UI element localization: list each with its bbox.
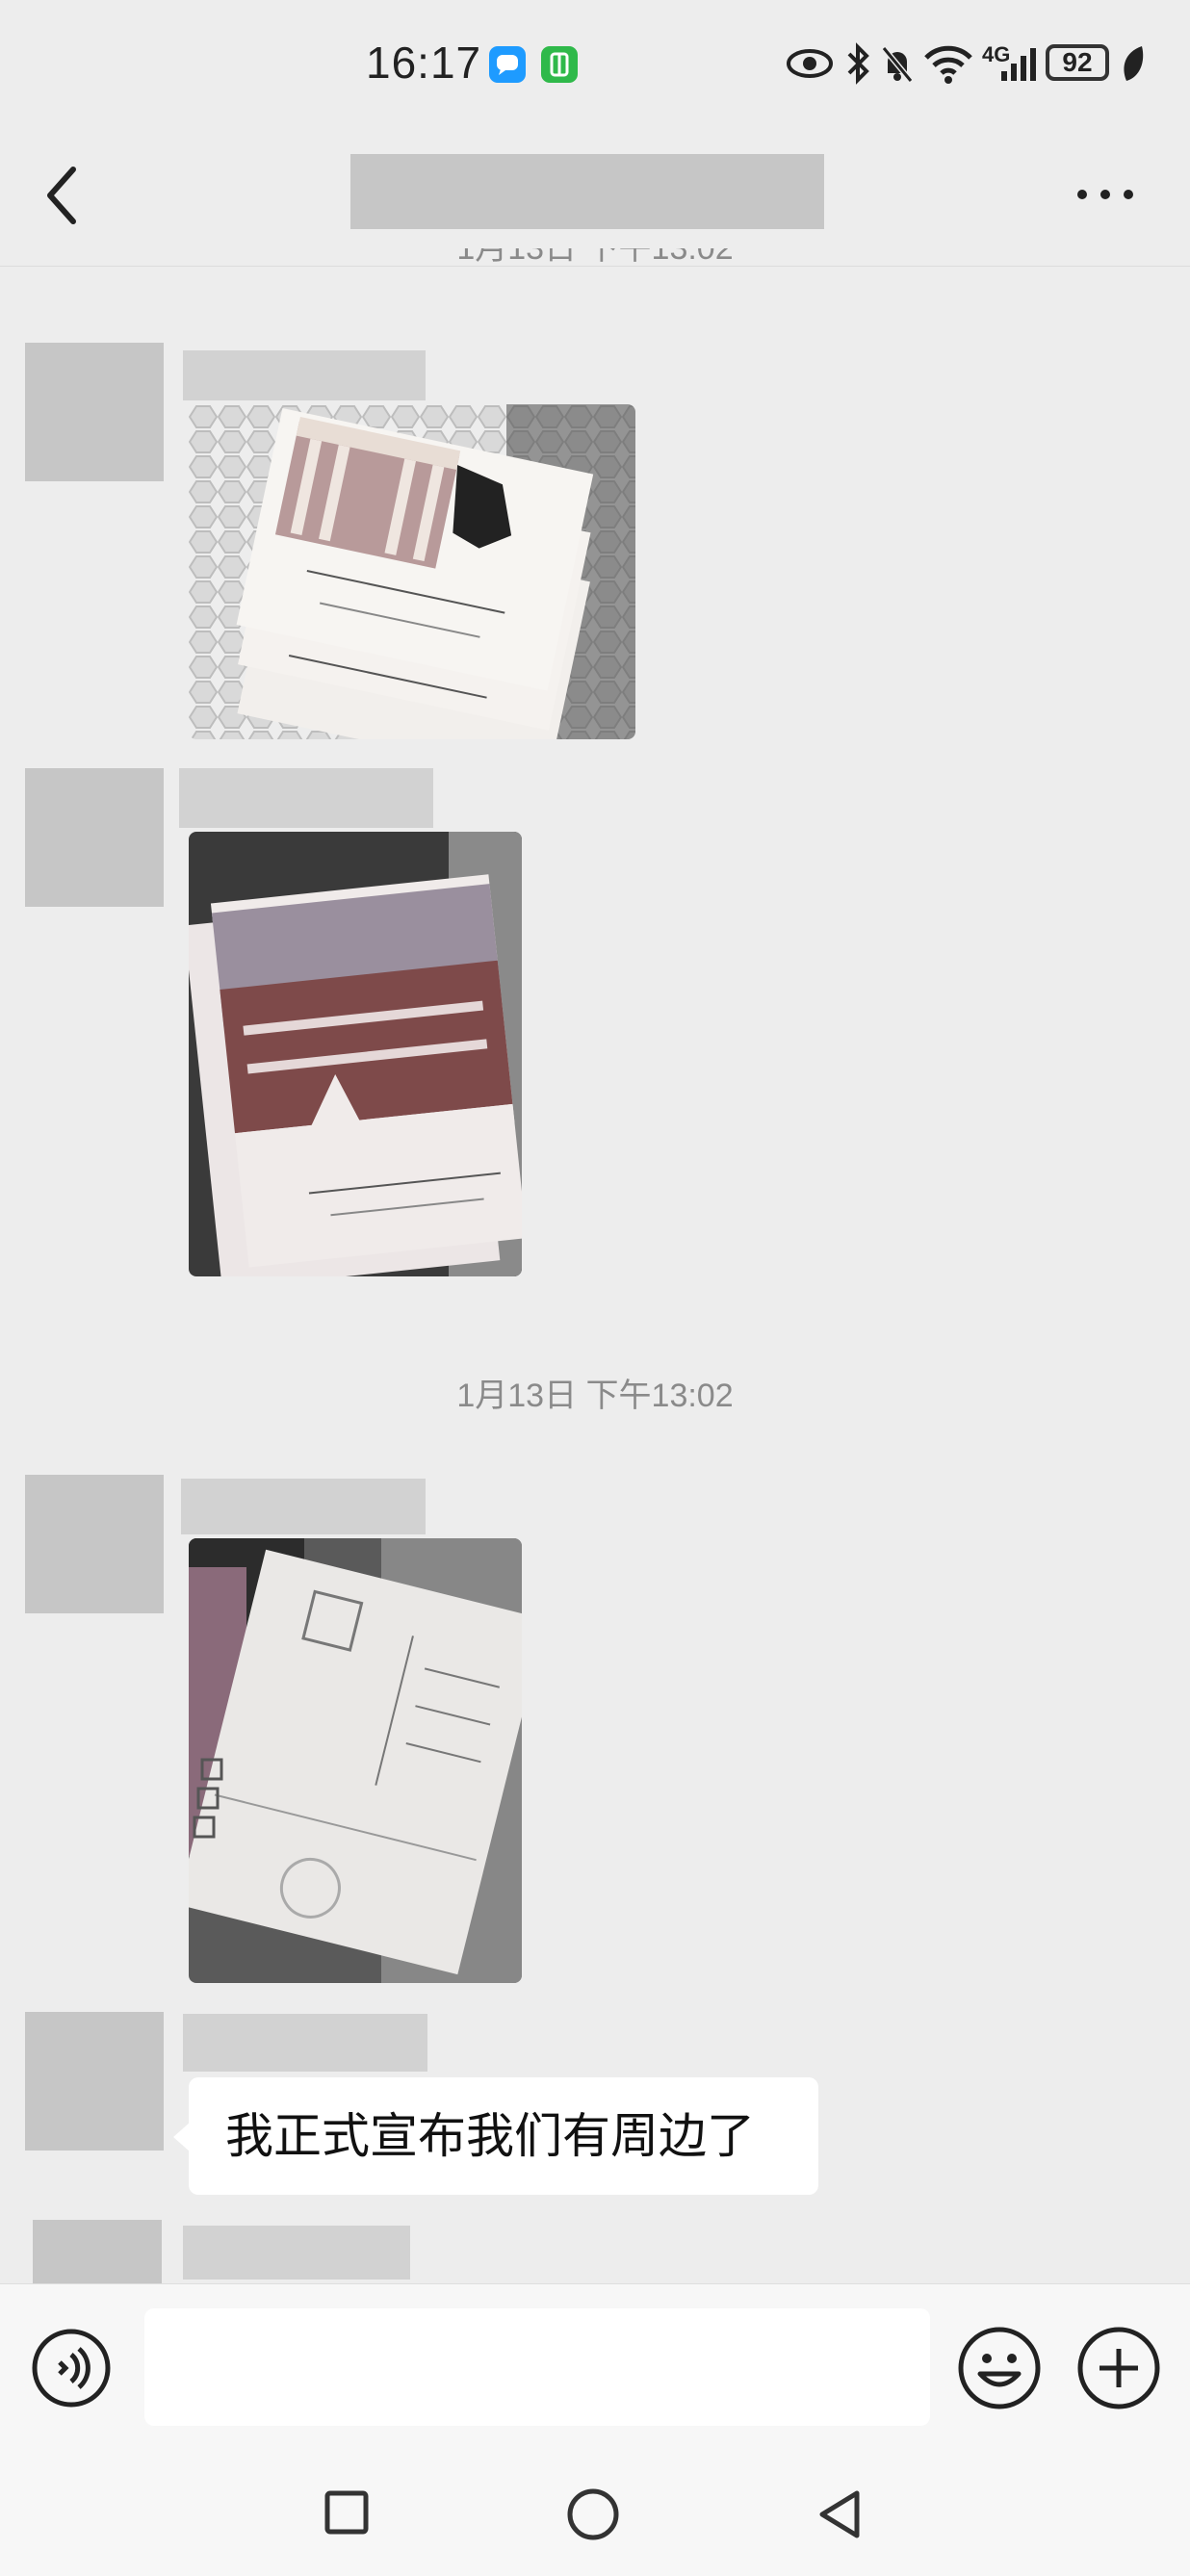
sender-name-redacted [183, 350, 426, 400]
eye-icon [787, 49, 833, 78]
bluetooth-icon [847, 42, 869, 85]
photo-message[interactable] [189, 832, 522, 1276]
avatar[interactable] [25, 2012, 164, 2151]
sender-name-redacted [179, 768, 433, 828]
photo-message[interactable] [189, 1538, 522, 1983]
message-input[interactable] [144, 2308, 930, 2426]
text-message-bubble[interactable]: 我正式宣布我们有周边了 [189, 2077, 818, 2195]
home-button[interactable] [566, 2487, 620, 2541]
add-more-button[interactable] [1076, 2326, 1161, 2410]
sender-name-redacted [183, 2226, 410, 2280]
back-nav-button[interactable] [815, 2487, 865, 2541]
emoji-button[interactable] [957, 2326, 1042, 2410]
app-notification-icon [541, 46, 578, 83]
signal-icon [1001, 48, 1036, 81]
leaf-icon [1124, 46, 1144, 81]
sender-name-redacted [181, 1479, 426, 1534]
battery-indicator: 92 [1046, 44, 1109, 81]
avatar[interactable] [25, 343, 164, 481]
status-time: 16:17 [366, 38, 482, 88]
recent-apps-button[interactable] [323, 2489, 370, 2536]
avatar[interactable] [25, 768, 164, 907]
sender-name-redacted [183, 2014, 427, 2072]
photo-message[interactable] [189, 404, 635, 739]
more-options-button[interactable] [1074, 183, 1136, 206]
timestamp: 1月13日 下午13:02 [456, 1378, 734, 1414]
message-app-icon [489, 46, 526, 83]
mute-bell-icon [881, 46, 914, 83]
timestamp-partial: 1月13日 下午13:02 [456, 248, 734, 267]
voice-input-button[interactable] [31, 2328, 112, 2409]
wifi-icon [924, 45, 972, 84]
back-button[interactable] [39, 162, 92, 229]
contact-name-redacted [350, 154, 824, 229]
avatar[interactable] [25, 1475, 164, 1613]
